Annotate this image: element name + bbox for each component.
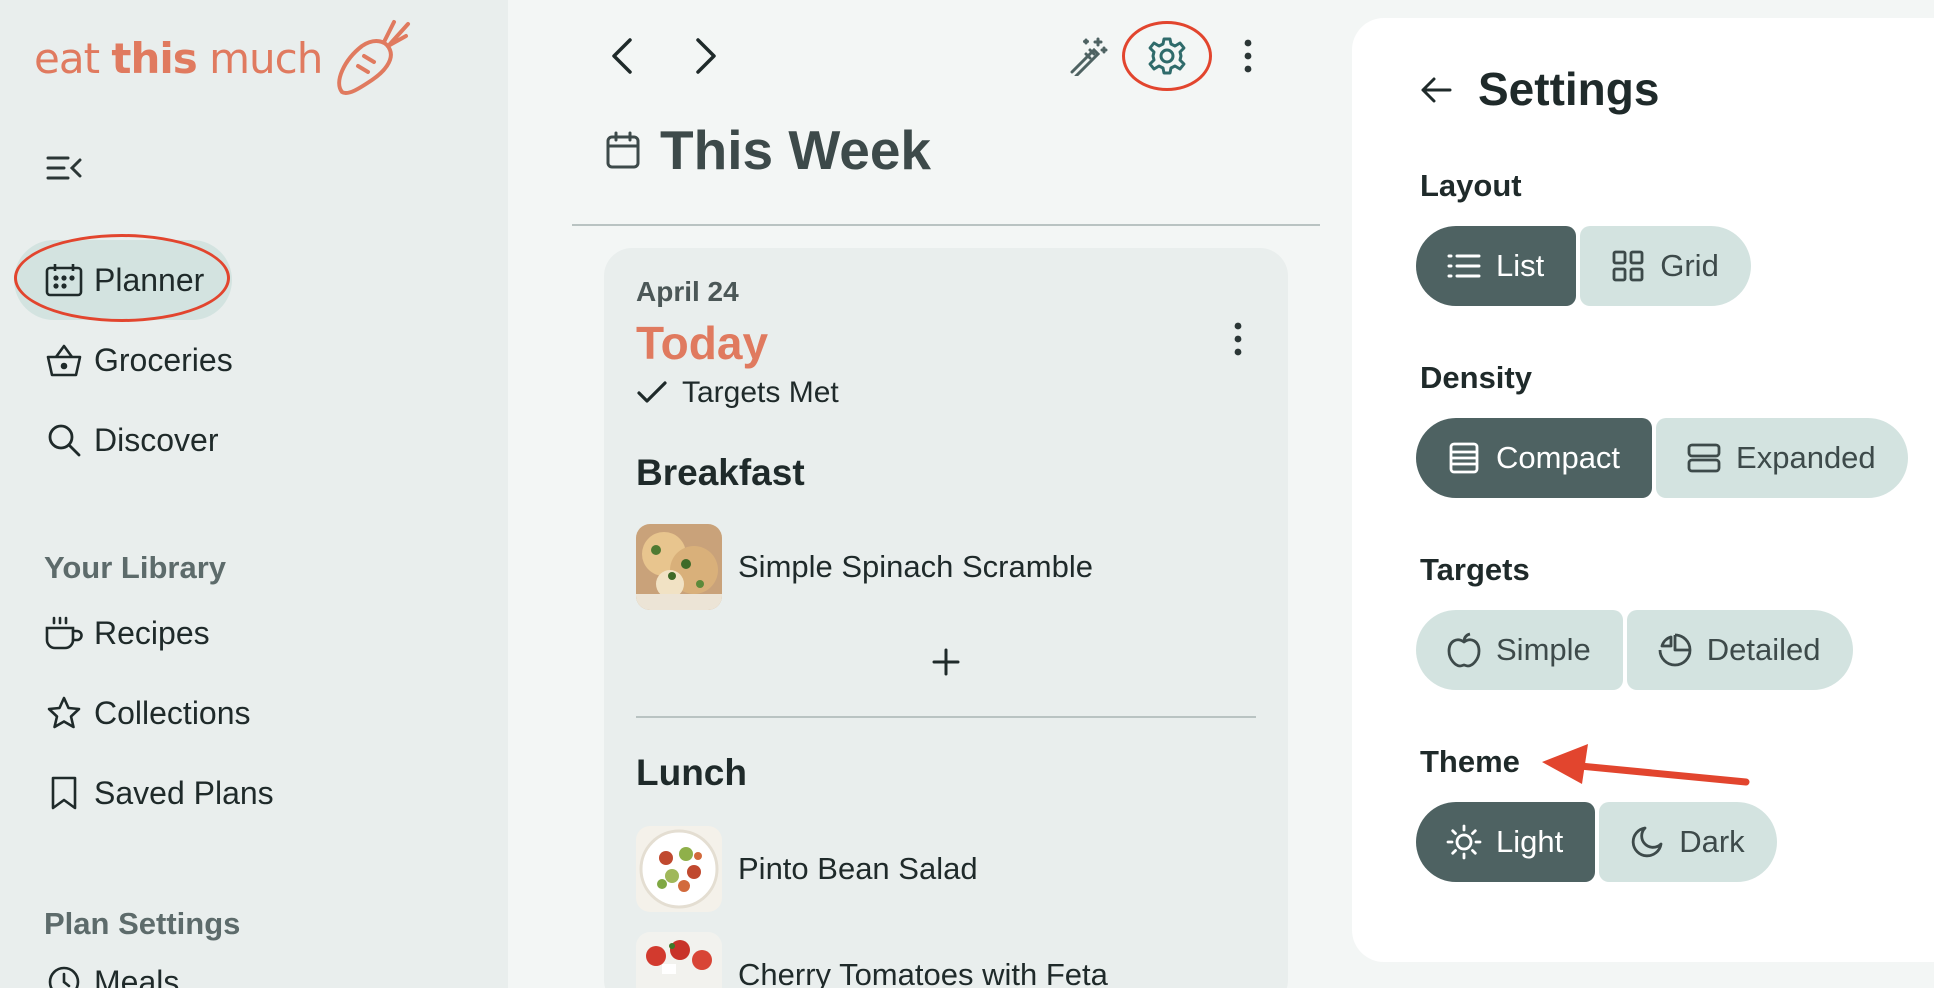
annotation-circle: [14, 234, 230, 322]
targets-detailed-button[interactable]: Detailed: [1626, 610, 1853, 690]
food-thumbnail: [636, 932, 722, 988]
star-icon: [44, 693, 84, 733]
density-toggle: Compact Expanded: [1416, 418, 1908, 498]
food-item[interactable]: Cherry Tomatoes with Feta: [636, 932, 1108, 988]
sidebar-item-label: Meals: [94, 963, 180, 988]
option-label: Grid: [1660, 248, 1719, 283]
option-label: Detailed: [1706, 632, 1821, 667]
add-food-button[interactable]: [920, 636, 972, 688]
basket-icon: [44, 340, 84, 380]
sidebar: eat this much Planner Groceries Discover…: [0, 0, 508, 988]
collapse-menu-icon: [46, 156, 82, 180]
expanded-icon: [1686, 440, 1722, 476]
sidebar-item-meals[interactable]: Meals: [14, 942, 464, 988]
layout-toggle: List Grid: [1416, 226, 1751, 306]
annotation-circle: [1122, 21, 1212, 91]
sidebar-item-label: Groceries: [94, 341, 233, 378]
targets-toggle: Simple Detailed: [1416, 610, 1853, 690]
week-title: This Week: [660, 119, 932, 181]
option-label: List: [1496, 248, 1545, 283]
density-label: Density: [1420, 360, 1532, 395]
your-library-heading: Your Library: [44, 550, 227, 585]
option-label: Compact: [1496, 440, 1621, 475]
next-week-button[interactable]: [680, 30, 732, 82]
food-thumbnail: [636, 524, 722, 610]
meal-title-breakfast: Breakfast: [636, 452, 805, 493]
mug-icon: [44, 613, 84, 653]
divider: [572, 224, 1320, 226]
sidebar-item-recipes[interactable]: Recipes: [14, 593, 464, 673]
more-options-button[interactable]: [1222, 30, 1274, 82]
sidebar-item-label: Collections: [94, 694, 251, 731]
option-label: Dark: [1679, 824, 1745, 859]
meal-title-lunch: Lunch: [636, 752, 747, 793]
annotation-arrow: [1542, 744, 1750, 786]
previous-week-button[interactable]: [596, 30, 648, 82]
sidebar-item-label: Discover: [94, 421, 219, 458]
food-name: Pinto Bean Salad: [738, 851, 978, 886]
arrow-left-icon: [1421, 77, 1452, 103]
more-vertical-icon: [1244, 39, 1252, 73]
theme-label: Theme: [1420, 744, 1520, 779]
grid-icon: [1610, 248, 1646, 284]
brand-logo[interactable]: eat this much: [34, 16, 412, 100]
density-expanded-button[interactable]: Expanded: [1656, 418, 1908, 498]
checkmark-icon: [637, 381, 667, 403]
sidebar-item-collections[interactable]: Collections: [14, 673, 464, 753]
theme-light-button[interactable]: Light: [1416, 802, 1596, 882]
food-item[interactable]: Pinto Bean Salad: [636, 826, 978, 912]
back-button[interactable]: [1414, 68, 1458, 112]
page-title: This Week: [606, 118, 931, 182]
targets-simple-button[interactable]: Simple: [1416, 610, 1623, 690]
day-label: Today: [636, 317, 769, 369]
theme-toggle: Light Dark: [1416, 802, 1777, 882]
food-item[interactable]: Simple Spinach Scramble: [636, 524, 1093, 610]
collapse-sidebar-button[interactable]: [44, 150, 84, 186]
day-date: April 24: [636, 276, 739, 307]
layout-label: Layout: [1420, 168, 1522, 203]
chevron-left-icon: [612, 38, 632, 74]
calendar-icon: [606, 131, 640, 169]
magic-wand-icon: [1070, 37, 1108, 76]
divider: [636, 716, 1256, 718]
apple-icon: [1446, 632, 1482, 668]
generate-plan-button[interactable]: [1062, 30, 1114, 82]
targets-status: Targets Met: [636, 376, 839, 410]
plus-icon: [932, 648, 960, 676]
carrot-icon: [337, 20, 411, 95]
layout-grid-button[interactable]: Grid: [1580, 226, 1751, 306]
day-card: April 24 Today Targets Met Breakfast Sim…: [604, 248, 1288, 988]
chevron-right-icon: [696, 38, 716, 74]
compact-icon: [1446, 440, 1482, 476]
settings-panel: Settings Layout List Grid Density Compac…: [1352, 18, 1934, 962]
sidebar-item-label: Recipes: [94, 614, 210, 651]
settings-title: Settings: [1478, 63, 1660, 115]
targets-label: Targets: [1420, 552, 1530, 587]
layout-list-button[interactable]: List: [1416, 226, 1577, 306]
day-more-button[interactable]: [1226, 322, 1250, 362]
logo-text: eat this much: [34, 33, 323, 83]
theme-dark-button[interactable]: Dark: [1599, 802, 1777, 882]
more-vertical-icon: [1234, 322, 1242, 356]
search-icon: [44, 420, 84, 460]
density-compact-button[interactable]: Compact: [1416, 418, 1653, 498]
targets-status-text: Targets Met: [682, 376, 839, 409]
sun-icon: [1446, 824, 1482, 860]
option-label: Light: [1496, 824, 1564, 859]
option-label: Simple: [1496, 632, 1591, 667]
pie-icon: [1657, 632, 1693, 668]
sidebar-item-label: Saved Plans: [94, 774, 274, 811]
clock-icon: [44, 962, 84, 988]
list-icon: [1446, 248, 1482, 284]
option-label: Expanded: [1736, 440, 1876, 475]
sidebar-item-discover[interactable]: Discover: [14, 400, 464, 480]
food-name: Simple Spinach Scramble: [738, 549, 1093, 584]
food-thumbnail: [636, 826, 722, 912]
moon-icon: [1629, 824, 1665, 860]
food-name: Cherry Tomatoes with Feta: [738, 957, 1108, 988]
plan-settings-heading: Plan Settings: [44, 906, 241, 941]
sidebar-item-groceries[interactable]: Groceries: [14, 320, 464, 400]
sidebar-item-saved-plans[interactable]: Saved Plans: [14, 753, 464, 833]
bookmark-icon: [44, 773, 84, 813]
